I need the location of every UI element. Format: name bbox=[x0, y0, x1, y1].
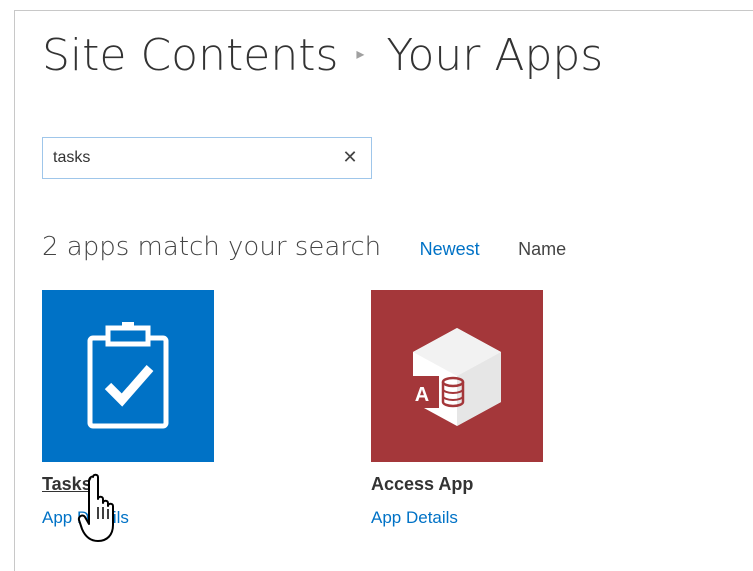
app-details-link-access-app[interactable]: App Details bbox=[371, 508, 458, 528]
page-title: Site Contents ▸ Your Apps bbox=[42, 28, 603, 86]
results-header: 2 apps match your search Newest Name bbox=[42, 232, 566, 272]
left-divider bbox=[14, 10, 15, 571]
search-box[interactable]: ✕ bbox=[42, 137, 372, 179]
svg-text:A: A bbox=[415, 384, 429, 406]
clear-search-icon[interactable]: ✕ bbox=[341, 147, 359, 169]
app-details-link-tasks[interactable]: App Details bbox=[42, 508, 129, 528]
top-divider bbox=[14, 10, 753, 11]
app-tile-tasks[interactable] bbox=[42, 290, 214, 462]
page: Site Contents ▸ Your Apps ✕ 2 apps match y… bbox=[0, 0, 753, 571]
breadcrumb-separator-icon: ▸ bbox=[356, 44, 365, 63]
app-name-tasks[interactable]: Tasks bbox=[42, 474, 92, 495]
results-count: 2 apps match your search bbox=[42, 232, 382, 262]
app-tile-access-app[interactable]: A bbox=[371, 290, 543, 462]
access-app-icon: A bbox=[405, 328, 501, 426]
app-name-access-app[interactable]: Access App bbox=[371, 474, 473, 495]
clipboard-check-icon bbox=[87, 322, 169, 429]
search-input[interactable] bbox=[53, 148, 333, 168]
breadcrumb-your-apps: Your Apps bbox=[386, 30, 604, 81]
breadcrumb-site-contents[interactable]: Site Contents bbox=[42, 30, 338, 81]
sort-name-link[interactable]: Name bbox=[518, 239, 566, 260]
sort-newest-link[interactable]: Newest bbox=[420, 239, 480, 260]
